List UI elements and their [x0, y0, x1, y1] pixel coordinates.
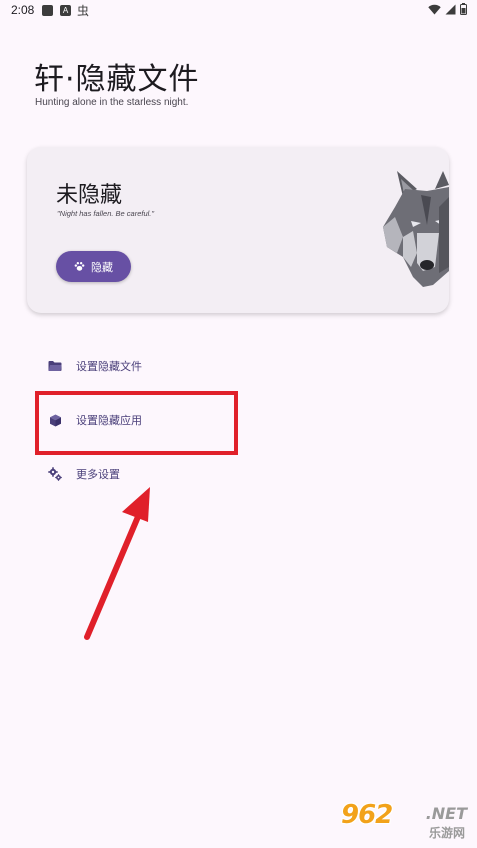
- square-notification-icon: [42, 5, 53, 16]
- a-notification-icon: A: [60, 5, 71, 16]
- status-time: 2:08: [11, 3, 35, 17]
- annotation-highlight-box: [35, 391, 238, 455]
- hide-button[interactable]: 隐藏: [56, 251, 131, 282]
- menu-item-more-settings[interactable]: 更多设置: [48, 466, 120, 482]
- site-watermark: 962 .NET 乐游网: [337, 800, 469, 844]
- hide-status-card: 未隐藏 "Night has fallen. Be careful." 隐藏: [27, 147, 449, 313]
- signal-icon: [445, 4, 456, 14]
- app-title: 轩·隐藏文件: [34, 62, 200, 97]
- paw-icon: [74, 262, 85, 271]
- menu-item-label: 更多设置: [76, 468, 120, 481]
- watermark-logo: 962: [341, 800, 393, 830]
- folder-icon: [48, 359, 62, 373]
- hide-status-title: 未隐藏: [56, 183, 123, 208]
- hide-button-label: 隐藏: [91, 260, 113, 274]
- card-quote: "Night has fallen. Be careful.": [57, 209, 155, 218]
- status-bar: 2:08 A 虫: [0, 0, 477, 22]
- battery-icon: [460, 3, 467, 15]
- bug-notification-icon: 虫: [77, 4, 90, 18]
- wolf-icon: [383, 171, 449, 287]
- wifi-icon: [428, 4, 441, 14]
- watermark-subtitle: 乐游网: [428, 826, 465, 840]
- watermark-domain: .NET: [425, 804, 467, 823]
- menu-item-label: 设置隐藏文件: [76, 360, 142, 373]
- status-right-icons: [428, 3, 467, 15]
- gears-icon: [48, 467, 62, 481]
- menu-item-hidden-files[interactable]: 设置隐藏文件: [48, 358, 142, 374]
- app-subtitle: Hunting alone in the starless night.: [35, 97, 189, 108]
